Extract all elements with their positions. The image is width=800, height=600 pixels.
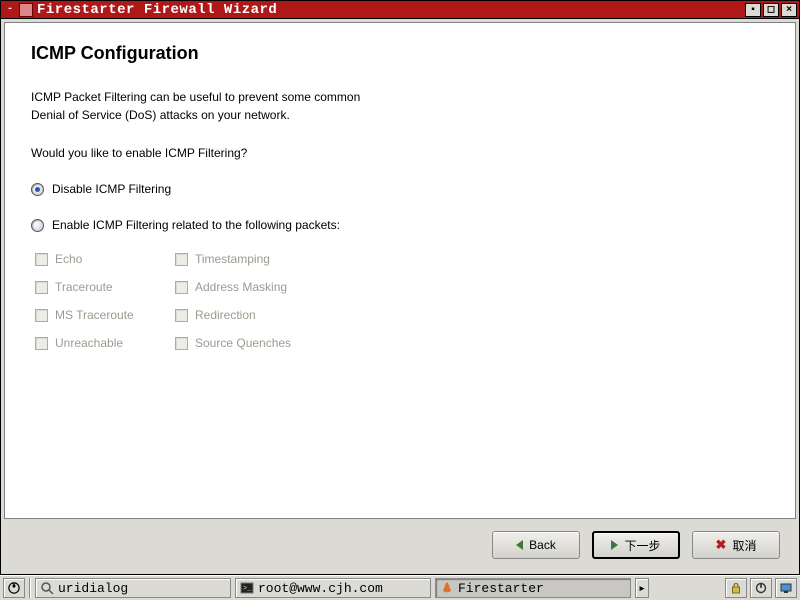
app-icon bbox=[19, 3, 33, 17]
wizard-panel: ICMP Configuration ICMP Packet Filtering… bbox=[4, 22, 796, 519]
taskbar-item-firestarter[interactable]: Firestarter bbox=[435, 578, 631, 598]
start-button[interactable] bbox=[3, 578, 25, 598]
window-title: Firestarter Firewall Wizard bbox=[37, 2, 743, 18]
radio-label: Enable ICMP Filtering related to the fol… bbox=[52, 218, 340, 232]
svg-text:>_: >_ bbox=[243, 585, 252, 593]
task-label: root@www.cjh.com bbox=[258, 581, 383, 596]
close-icon: ✖ bbox=[716, 537, 727, 553]
system-tray bbox=[725, 578, 797, 598]
cancel-button[interactable]: ✖ 取消 bbox=[692, 531, 780, 559]
checkbox-icon bbox=[35, 337, 48, 350]
checkbox-icon bbox=[175, 281, 188, 294]
taskbar-overflow-icon[interactable]: ▸ bbox=[635, 578, 649, 598]
back-button[interactable]: Back bbox=[492, 531, 580, 559]
radio-enable-icmp[interactable]: Enable ICMP Filtering related to the fol… bbox=[31, 218, 769, 232]
checkbox-icon bbox=[35, 281, 48, 294]
task-label: uridialog bbox=[58, 581, 128, 596]
taskbar: uridialog >_ root@www.cjh.com Firestarte… bbox=[0, 575, 800, 600]
description-text: ICMP Packet Filtering can be useful to p… bbox=[31, 88, 769, 124]
checkbox-ms-traceroute: MS Traceroute bbox=[35, 308, 175, 322]
checkbox-icon bbox=[35, 309, 48, 322]
arrow-left-icon bbox=[516, 540, 523, 550]
titlebar[interactable]: - Firestarter Firewall Wizard ▪ ◻ × bbox=[1, 1, 799, 19]
button-label: 下一步 bbox=[624, 537, 660, 554]
checkbox-icon bbox=[35, 253, 48, 266]
wizard-window: - Firestarter Firewall Wizard ▪ ◻ × ICMP… bbox=[0, 0, 800, 575]
tray-display-icon[interactable] bbox=[775, 578, 797, 598]
checkbox-address-masking: Address Masking bbox=[175, 280, 315, 294]
close-button[interactable]: × bbox=[781, 3, 797, 17]
taskbar-item-uridialog[interactable]: uridialog bbox=[35, 578, 231, 598]
checkbox-traceroute: Traceroute bbox=[35, 280, 175, 294]
next-button[interactable]: 下一步 bbox=[592, 531, 680, 559]
checkbox-timestamping: Timestamping bbox=[175, 252, 315, 266]
radio-label: Disable ICMP Filtering bbox=[52, 182, 171, 196]
packet-checkbox-grid: Echo Timestamping Traceroute Address Mas… bbox=[35, 252, 769, 350]
checkbox-redirection: Redirection bbox=[175, 308, 315, 322]
tray-lock-icon[interactable] bbox=[725, 578, 747, 598]
window-menu-icon[interactable]: - bbox=[3, 3, 17, 17]
task-label: Firestarter bbox=[458, 581, 544, 596]
checkbox-unreachable: Unreachable bbox=[35, 336, 175, 350]
button-label: Back bbox=[529, 538, 556, 552]
taskbar-item-terminal[interactable]: >_ root@www.cjh.com bbox=[235, 578, 431, 598]
kde-icon bbox=[8, 581, 20, 595]
search-icon bbox=[40, 581, 54, 595]
arrow-right-icon bbox=[611, 540, 618, 550]
minimize-button[interactable]: ▪ bbox=[745, 3, 761, 17]
radio-disable-icmp[interactable]: Disable ICMP Filtering bbox=[31, 182, 769, 196]
checkbox-source-quenches: Source Quenches bbox=[175, 336, 315, 350]
button-label: 取消 bbox=[732, 537, 756, 554]
page-title: ICMP Configuration bbox=[31, 43, 769, 64]
terminal-icon: >_ bbox=[240, 581, 254, 595]
radio-icon bbox=[31, 219, 44, 232]
prompt-text: Would you like to enable ICMP Filtering? bbox=[31, 144, 769, 162]
tray-power-icon[interactable] bbox=[750, 578, 772, 598]
checkbox-icon bbox=[175, 337, 188, 350]
taskbar-separator bbox=[29, 578, 31, 598]
firestarter-icon bbox=[440, 581, 454, 595]
maximize-button[interactable]: ◻ bbox=[763, 3, 779, 17]
checkbox-echo: Echo bbox=[35, 252, 175, 266]
button-bar: Back 下一步 ✖ 取消 bbox=[4, 520, 796, 570]
radio-icon bbox=[31, 183, 44, 196]
checkbox-icon bbox=[175, 309, 188, 322]
checkbox-icon bbox=[175, 253, 188, 266]
